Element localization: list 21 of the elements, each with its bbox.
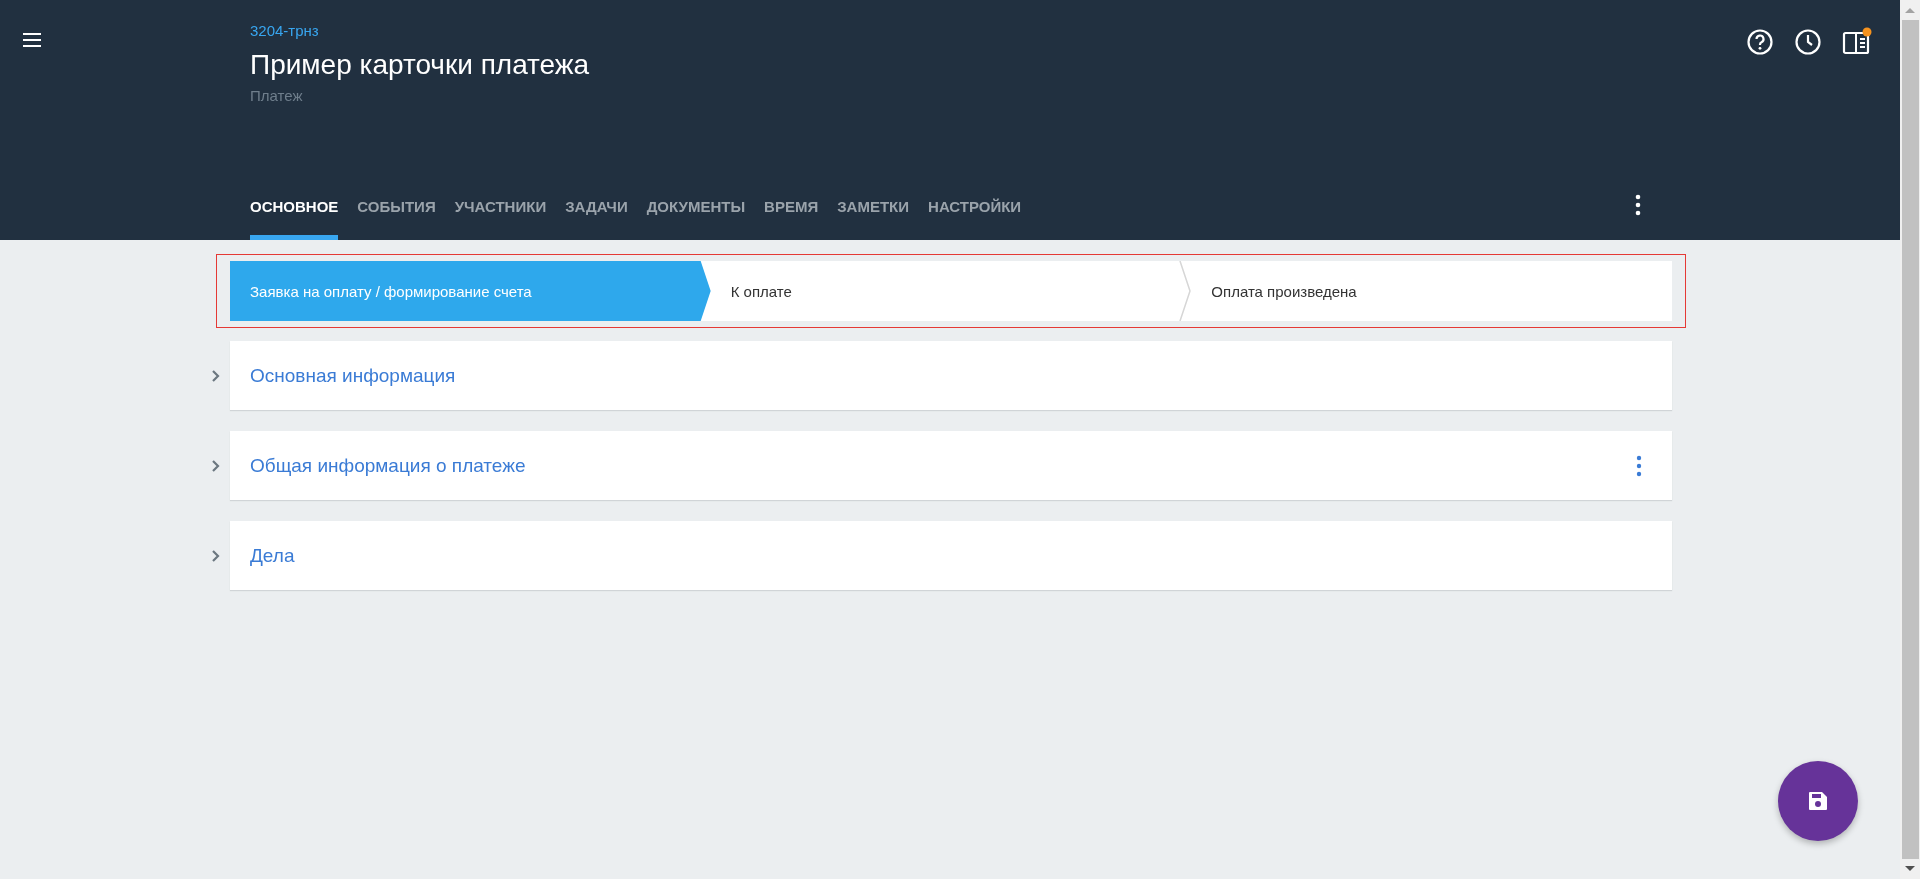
section-title[interactable]: Общая информация о платеже [250,454,526,477]
record-code-link[interactable]: 3204-трнз [250,22,590,39]
chevron-separator-icon [1179,261,1192,321]
section-title[interactable]: Дела [250,544,295,567]
scroll-down-arrow-icon[interactable] [1904,865,1916,873]
tab[interactable]: ДОКУМЕНТЫ [646,198,746,240]
help-icon[interactable] [1746,26,1774,58]
section-title[interactable]: Основная информация [250,364,456,387]
page-subtitle: Платеж [250,87,304,104]
page-title: Пример карточки платежа [250,49,590,81]
tab[interactable]: ОСНОВНОЕ [250,198,339,240]
tab[interactable]: УЧАСТНИКИ [454,198,547,240]
scrollbar[interactable] [1900,0,1920,879]
tab[interactable]: ВРЕМЯ [764,198,819,240]
save-button[interactable] [1778,761,1858,841]
clock-icon[interactable] [1794,26,1822,58]
tab[interactable]: ЗАМЕТКИ [837,198,910,240]
stage-step[interactable]: Заявка на оплату / формирование счета [230,261,711,321]
tab[interactable]: НАСТРОЙКИ [928,198,1022,240]
tab[interactable]: СОБЫТИЯ [357,198,436,240]
tab[interactable]: ЗАДАЧИ [565,198,628,240]
